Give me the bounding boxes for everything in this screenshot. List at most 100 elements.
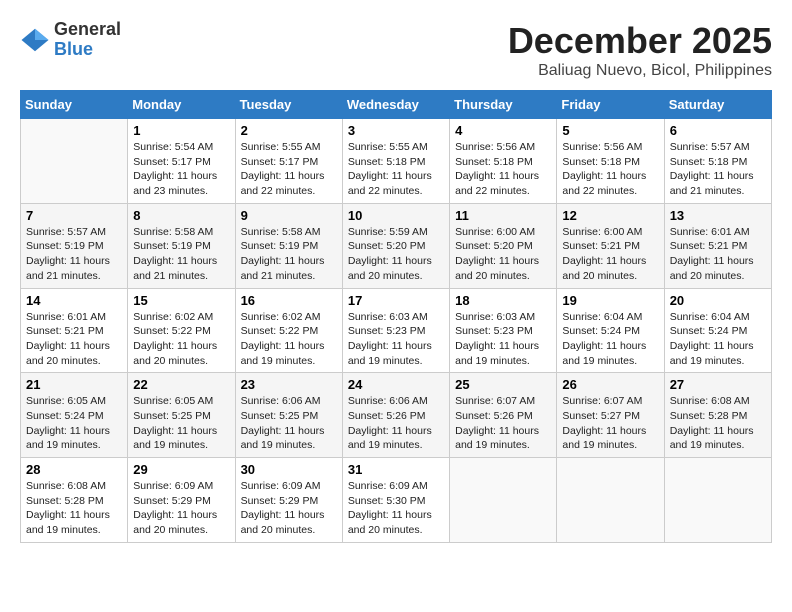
day-info: Sunrise: 6:01 AM Sunset: 5:21 PM Dayligh… <box>26 310 122 369</box>
day-number: 5 <box>562 123 658 138</box>
day-number: 4 <box>455 123 551 138</box>
day-number: 6 <box>670 123 766 138</box>
logo-icon <box>20 25 50 55</box>
day-number: 17 <box>348 293 444 308</box>
day-info: Sunrise: 6:09 AM Sunset: 5:29 PM Dayligh… <box>133 479 229 538</box>
day-number: 30 <box>241 462 337 477</box>
month-title: December 2025 <box>508 20 772 62</box>
day-info: Sunrise: 6:06 AM Sunset: 5:25 PM Dayligh… <box>241 394 337 453</box>
day-header-friday: Friday <box>557 91 664 119</box>
calendar-cell: 13Sunrise: 6:01 AM Sunset: 5:21 PM Dayli… <box>664 203 771 288</box>
day-number: 16 <box>241 293 337 308</box>
day-info: Sunrise: 6:05 AM Sunset: 5:25 PM Dayligh… <box>133 394 229 453</box>
calendar-week-row: 21 Sunrise: 6:05 AM Sunset: 5:24 PM Dayli… <box>21 373 772 458</box>
day-header-wednesday: Wednesday <box>342 91 449 119</box>
calendar-cell: 27Sunrise: 6:08 AM Sunset: 5:28 PM Dayli… <box>664 373 771 458</box>
calendar-cell: 19 Sunrise: 6:04 AM Sunset: 5:24 PM Dayli… <box>557 288 664 373</box>
calendar-cell: 28 Sunrise: 6:08 AM Sunset: 5:28 PM Dayli… <box>21 458 128 543</box>
day-info: Sunrise: 6:06 AM Sunset: 5:26 PM Dayligh… <box>348 394 444 453</box>
day-number: 31 <box>348 462 444 477</box>
day-number: 1 <box>133 123 229 138</box>
day-info: Sunrise: 6:09 AM Sunset: 5:29 PM Dayligh… <box>241 479 337 538</box>
day-number: 29 <box>133 462 229 477</box>
location-title: Baliuag Nuevo, Bicol, Philippines <box>508 62 772 80</box>
day-header-saturday: Saturday <box>664 91 771 119</box>
day-info: Sunrise: 6:00 AM Sunset: 5:21 PM Dayligh… <box>562 225 658 284</box>
day-number: 21 <box>26 377 122 392</box>
day-number: 9 <box>241 208 337 223</box>
day-info: Sunrise: 6:08 AM Sunset: 5:28 PM Dayligh… <box>670 394 766 453</box>
calendar-cell: 12 Sunrise: 6:00 AM Sunset: 5:21 PM Dayli… <box>557 203 664 288</box>
day-number: 14 <box>26 293 122 308</box>
day-number: 7 <box>26 208 122 223</box>
calendar-cell: 10 Sunrise: 5:59 AM Sunset: 5:20 PM Dayli… <box>342 203 449 288</box>
calendar-cell: 7Sunrise: 5:57 AM Sunset: 5:19 PM Daylig… <box>21 203 128 288</box>
day-number: 3 <box>348 123 444 138</box>
calendar-cell: 24Sunrise: 6:06 AM Sunset: 5:26 PM Dayli… <box>342 373 449 458</box>
calendar-cell: 2Sunrise: 5:55 AM Sunset: 5:17 PM Daylig… <box>235 119 342 204</box>
calendar-cell: 31 Sunrise: 6:09 AM Sunset: 5:30 PM Dayli… <box>342 458 449 543</box>
calendar-cell <box>21 119 128 204</box>
day-info: Sunrise: 5:59 AM Sunset: 5:20 PM Dayligh… <box>348 225 444 284</box>
day-header-tuesday: Tuesday <box>235 91 342 119</box>
calendar-cell: 3Sunrise: 5:55 AM Sunset: 5:18 PM Daylig… <box>342 119 449 204</box>
calendar-cell: 23 Sunrise: 6:06 AM Sunset: 5:25 PM Dayli… <box>235 373 342 458</box>
day-number: 28 <box>26 462 122 477</box>
calendar-cell: 26 Sunrise: 6:07 AM Sunset: 5:27 PM Dayli… <box>557 373 664 458</box>
calendar-cell: 17 Sunrise: 6:03 AM Sunset: 5:23 PM Dayli… <box>342 288 449 373</box>
day-number: 18 <box>455 293 551 308</box>
calendar-cell: 15 Sunrise: 6:02 AM Sunset: 5:22 PM Dayli… <box>128 288 235 373</box>
calendar-cell: 16 Sunrise: 6:02 AM Sunset: 5:22 PM Dayli… <box>235 288 342 373</box>
day-number: 8 <box>133 208 229 223</box>
calendar-cell: 20Sunrise: 6:04 AM Sunset: 5:24 PM Dayli… <box>664 288 771 373</box>
day-info: Sunrise: 5:57 AM Sunset: 5:18 PM Dayligh… <box>670 140 766 199</box>
calendar-header-row: SundayMondayTuesdayWednesdayThursdayFrid… <box>21 91 772 119</box>
day-info: Sunrise: 6:07 AM Sunset: 5:27 PM Dayligh… <box>562 394 658 453</box>
calendar-cell: 1Sunrise: 5:54 AM Sunset: 5:17 PM Daylig… <box>128 119 235 204</box>
header: General Blue December 2025 Baliuag Nuevo… <box>20 20 772 80</box>
day-info: Sunrise: 6:09 AM Sunset: 5:30 PM Dayligh… <box>348 479 444 538</box>
calendar-cell: 6 Sunrise: 5:57 AM Sunset: 5:18 PM Daylig… <box>664 119 771 204</box>
calendar-cell: 30 Sunrise: 6:09 AM Sunset: 5:29 PM Dayli… <box>235 458 342 543</box>
day-header-thursday: Thursday <box>450 91 557 119</box>
day-number: 19 <box>562 293 658 308</box>
day-number: 12 <box>562 208 658 223</box>
day-number: 10 <box>348 208 444 223</box>
logo-blue: Blue <box>54 40 121 60</box>
day-info: Sunrise: 6:03 AM Sunset: 5:23 PM Dayligh… <box>455 310 551 369</box>
calendar-cell: 8 Sunrise: 5:58 AM Sunset: 5:19 PM Daylig… <box>128 203 235 288</box>
calendar-cell: 14 Sunrise: 6:01 AM Sunset: 5:21 PM Dayli… <box>21 288 128 373</box>
calendar-week-row: 7Sunrise: 5:57 AM Sunset: 5:19 PM Daylig… <box>21 203 772 288</box>
day-info: Sunrise: 6:01 AM Sunset: 5:21 PM Dayligh… <box>670 225 766 284</box>
calendar-week-row: 1Sunrise: 5:54 AM Sunset: 5:17 PM Daylig… <box>21 119 772 204</box>
day-info: Sunrise: 6:03 AM Sunset: 5:23 PM Dayligh… <box>348 310 444 369</box>
calendar-week-row: 28 Sunrise: 6:08 AM Sunset: 5:28 PM Dayli… <box>21 458 772 543</box>
day-info: Sunrise: 5:56 AM Sunset: 5:18 PM Dayligh… <box>562 140 658 199</box>
logo: General Blue <box>20 20 121 60</box>
calendar-body: 1Sunrise: 5:54 AM Sunset: 5:17 PM Daylig… <box>21 119 772 543</box>
calendar-cell: 9Sunrise: 5:58 AM Sunset: 5:19 PM Daylig… <box>235 203 342 288</box>
day-info: Sunrise: 6:04 AM Sunset: 5:24 PM Dayligh… <box>562 310 658 369</box>
day-info: Sunrise: 5:58 AM Sunset: 5:19 PM Dayligh… <box>133 225 229 284</box>
calendar-cell <box>557 458 664 543</box>
day-info: Sunrise: 6:05 AM Sunset: 5:24 PM Dayligh… <box>26 394 122 453</box>
day-info: Sunrise: 6:08 AM Sunset: 5:28 PM Dayligh… <box>26 479 122 538</box>
day-number: 2 <box>241 123 337 138</box>
day-number: 15 <box>133 293 229 308</box>
calendar-cell: 25Sunrise: 6:07 AM Sunset: 5:26 PM Dayli… <box>450 373 557 458</box>
title-area: December 2025 Baliuag Nuevo, Bicol, Phil… <box>508 20 772 80</box>
day-number: 26 <box>562 377 658 392</box>
calendar-week-row: 14 Sunrise: 6:01 AM Sunset: 5:21 PM Dayli… <box>21 288 772 373</box>
calendar-cell <box>664 458 771 543</box>
day-info: Sunrise: 6:00 AM Sunset: 5:20 PM Dayligh… <box>455 225 551 284</box>
calendar-cell: 4 Sunrise: 5:56 AM Sunset: 5:18 PM Daylig… <box>450 119 557 204</box>
day-info: Sunrise: 5:56 AM Sunset: 5:18 PM Dayligh… <box>455 140 551 199</box>
day-number: 20 <box>670 293 766 308</box>
day-header-sunday: Sunday <box>21 91 128 119</box>
calendar-cell: 11Sunrise: 6:00 AM Sunset: 5:20 PM Dayli… <box>450 203 557 288</box>
calendar-cell: 22 Sunrise: 6:05 AM Sunset: 5:25 PM Dayli… <box>128 373 235 458</box>
day-number: 23 <box>241 377 337 392</box>
day-number: 22 <box>133 377 229 392</box>
day-info: Sunrise: 6:02 AM Sunset: 5:22 PM Dayligh… <box>241 310 337 369</box>
day-info: Sunrise: 6:02 AM Sunset: 5:22 PM Dayligh… <box>133 310 229 369</box>
